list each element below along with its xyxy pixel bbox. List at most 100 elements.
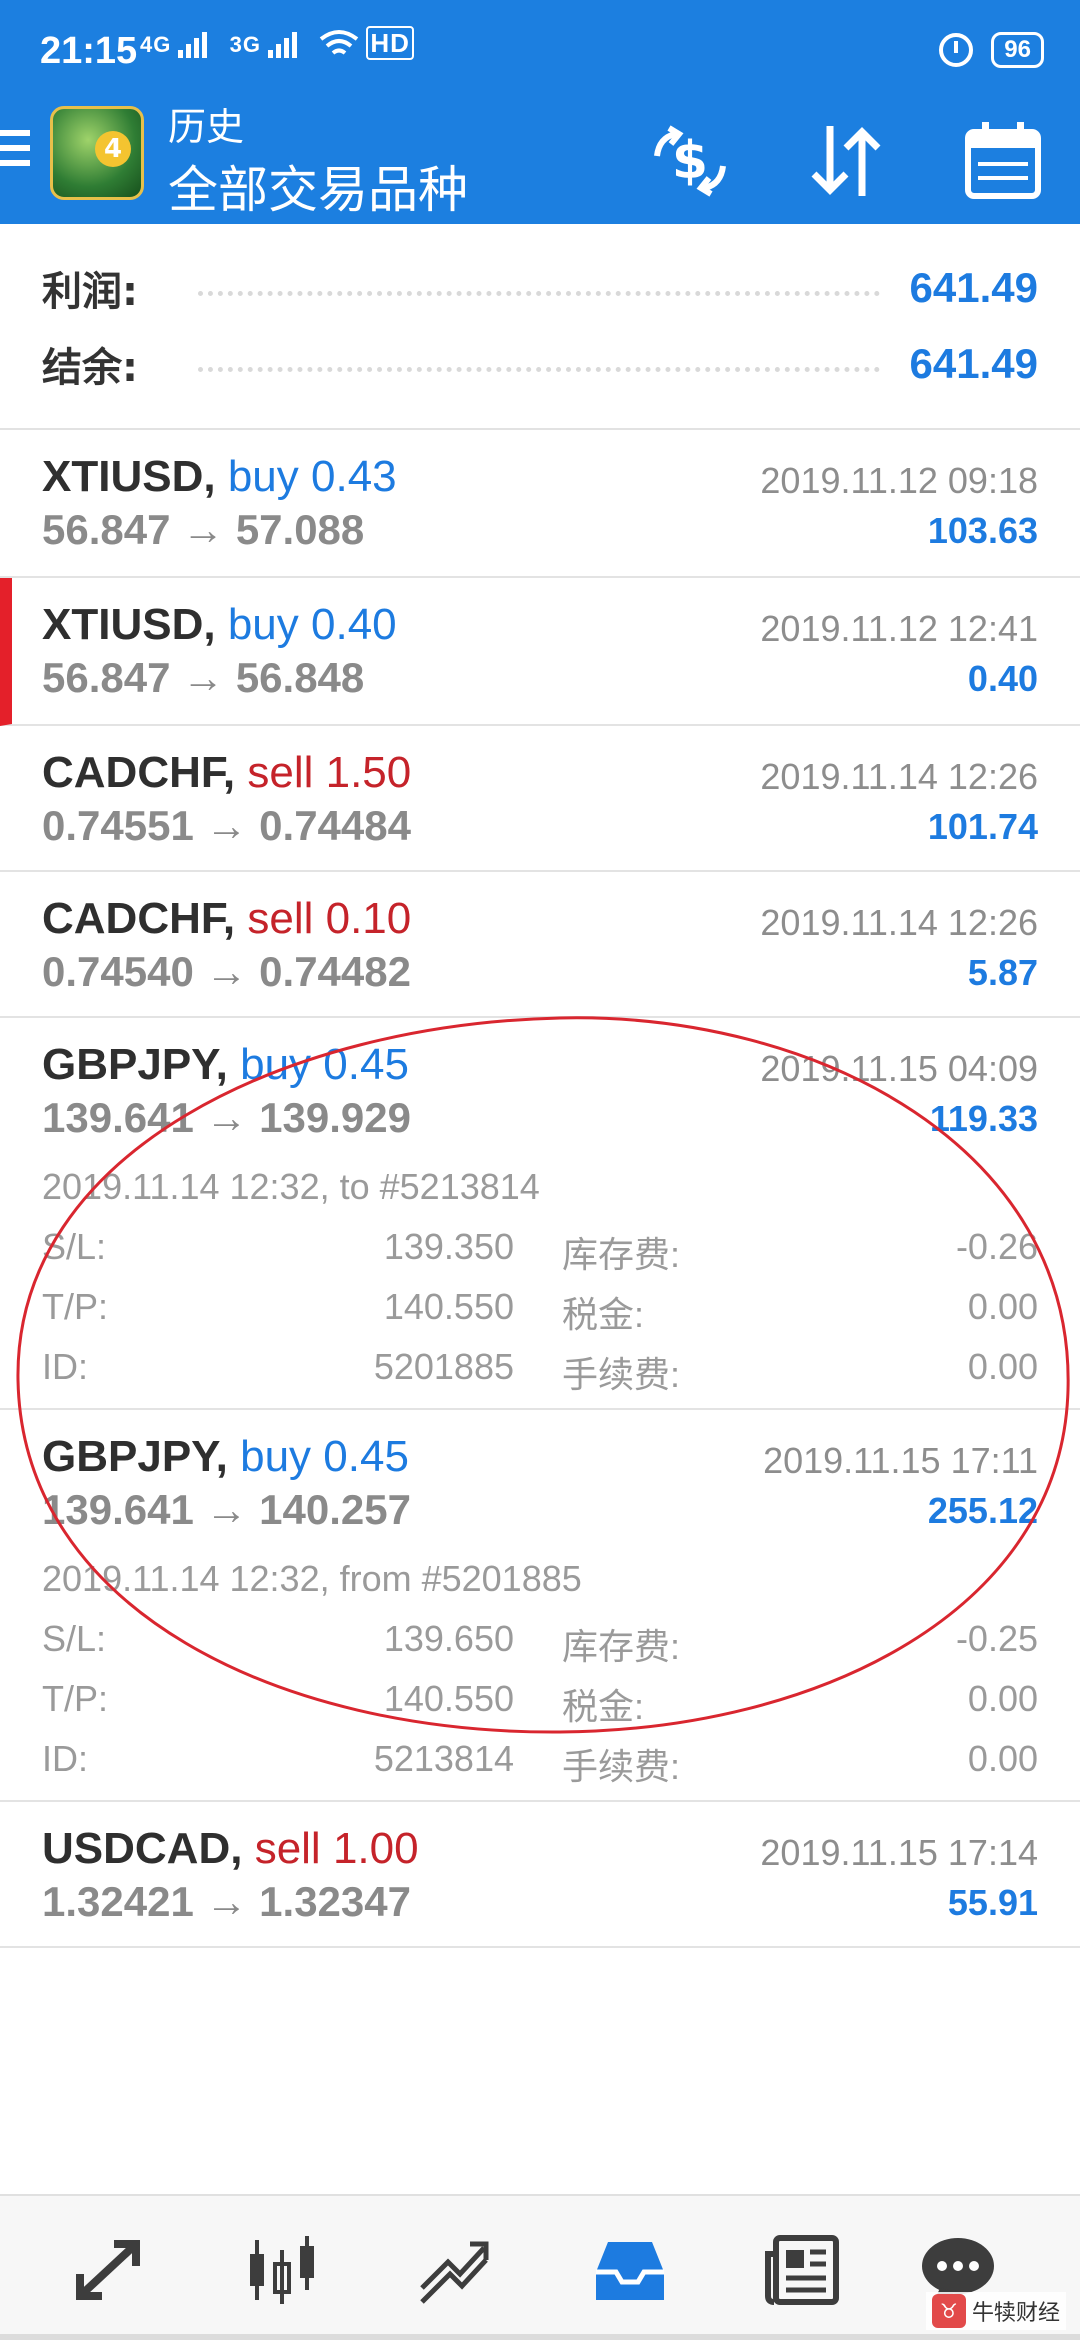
arrow-icon: → <box>182 654 225 701</box>
trade-side: buy <box>227 600 299 649</box>
swap-value: -0.26 <box>955 1226 1038 1267</box>
network-indicator: 4G 3G HD <box>140 26 414 60</box>
fee-label: 手续费: <box>562 1354 681 1395</box>
watermark-logo-icon: ♉ <box>931 2294 966 2328</box>
trade-row[interactable]: XTIUSD, buy 0.40 2019.11.12 12:41 56.847… <box>0 578 1080 726</box>
trade-symbol: CADCHF, <box>42 748 236 797</box>
close-price: 0.74482 <box>259 948 411 995</box>
metatrader-logo: 4 <box>50 106 144 200</box>
trade-symbol: XTIUSD, <box>42 452 216 501</box>
page-title: 历史 <box>168 105 245 149</box>
swap-value: -0.25 <box>955 1618 1038 1659</box>
trade-time: 2019.11.15 04:09 <box>760 1048 1038 1089</box>
trade-row[interactable]: USDCAD, sell 1.00 2019.11.15 17:14 1.324… <box>0 1802 1080 1948</box>
swap-label: 库存费: <box>562 1626 681 1667</box>
close-price: 140.257 <box>259 1486 411 1533</box>
tp-label: T/P: <box>42 1678 109 1719</box>
balance-row: 结余: 641.49 <box>42 334 1038 394</box>
trade-details: 2019.11.14 12:32, from #5201885 S/L: 139… <box>42 1558 1038 1798</box>
id-label: ID: <box>42 1738 89 1779</box>
sl-value: 139.650 <box>383 1618 514 1659</box>
trade-row-expanded[interactable]: GBPJPY, buy 0.45 2019.11.15 17:11 139.64… <box>0 1410 1080 1802</box>
trade-symbol: GBPJPY, <box>42 1040 228 1089</box>
trade-volume: 1.00 <box>332 1824 419 1873</box>
trade-side: sell <box>254 1824 321 1873</box>
watermark: ♉ 牛犊财经 <box>925 2292 1066 2330</box>
open-info: 2019.11.14 12:32, to #5213814 <box>42 1166 540 1207</box>
arrow-icon: → <box>205 1486 248 1533</box>
bottom-nav <box>0 2194 1080 2340</box>
trade-icon[interactable] <box>404 2220 504 2320</box>
trade-volume: 0.45 <box>323 1040 409 1089</box>
close-price: 56.848 <box>235 654 365 701</box>
trade-profit: 5.87 <box>967 952 1038 993</box>
calendar-icon[interactable] <box>958 116 1048 206</box>
arrow-icon: → <box>205 948 248 995</box>
fee-value: 0.00 <box>967 1738 1038 1779</box>
trade-details: 2019.11.14 12:32, to #5213814 S/L: 139.3… <box>42 1166 1038 1406</box>
alarm-icon <box>939 33 974 67</box>
id-label: ID: <box>42 1346 89 1387</box>
chart-icon[interactable] <box>232 2220 332 2320</box>
open-price: 56.847 <box>42 654 171 701</box>
arrow-icon: → <box>205 1878 248 1925</box>
trade-profit: 119.33 <box>929 1098 1038 1139</box>
trade-row[interactable]: CADCHF, sell 1.50 2019.11.14 12:26 0.745… <box>0 726 1080 872</box>
currency-icon[interactable]: $ <box>645 116 735 206</box>
tp-value: 140.550 <box>383 1678 514 1719</box>
trade-symbol: CADCHF, <box>42 894 236 943</box>
trade-symbol: USDCAD, <box>42 1824 243 1873</box>
trade-side: buy <box>240 1040 312 1089</box>
wifi-icon <box>319 30 359 55</box>
hd-label: HD <box>366 26 414 60</box>
balance-value: 641.49 <box>909 340 1038 387</box>
network-4g-label: 4G <box>140 32 172 57</box>
arrow-icon: → <box>205 802 248 849</box>
trade-profit: 103.63 <box>927 510 1038 551</box>
trade-side: buy <box>227 452 299 501</box>
close-price: 57.088 <box>235 506 365 553</box>
app-bar: 21:15 4G 3G HD 96 4 历史 全部交易品种 $ <box>0 0 1080 224</box>
status-time: 21:15 <box>40 30 138 72</box>
trade-row[interactable]: CADCHF, sell 0.10 2019.11.14 12:26 0.745… <box>0 872 1080 1018</box>
trade-time: 2019.11.15 17:14 <box>760 1832 1038 1873</box>
trade-volume: 0.43 <box>311 452 397 501</box>
open-price: 56.847 <box>42 506 171 553</box>
fee-value: 0.00 <box>967 1346 1038 1387</box>
trade-profit: 55.91 <box>947 1882 1038 1923</box>
sl-label: S/L: <box>42 1618 107 1659</box>
trade-profit: 0.40 <box>967 658 1038 699</box>
fee-label: 手续费: <box>562 1746 681 1787</box>
battery-indicator: 96 <box>991 32 1044 68</box>
watermark-text: 牛犊财经 <box>971 2301 1060 2326</box>
open-price: 1.32421 <box>42 1878 194 1925</box>
history-icon[interactable] <box>580 2220 680 2320</box>
quotes-icon[interactable] <box>58 2220 158 2320</box>
sl-value: 139.350 <box>383 1226 514 1267</box>
sort-icon[interactable] <box>800 116 890 206</box>
open-price: 139.641 <box>42 1486 194 1533</box>
tax-label: 税金: <box>562 1686 645 1727</box>
tax-value: 0.00 <box>967 1678 1038 1719</box>
trade-time: 2019.11.14 12:26 <box>760 756 1038 797</box>
trade-side: sell <box>247 748 314 797</box>
close-price: 1.32347 <box>259 1878 411 1925</box>
profit-label: 利润: <box>42 269 138 315</box>
trade-time: 2019.11.15 17:11 <box>763 1440 1038 1481</box>
open-price: 0.74540 <box>42 948 194 995</box>
news-icon[interactable] <box>752 2220 852 2320</box>
trade-row-expanded[interactable]: GBPJPY, buy 0.45 2019.11.15 04:09 139.64… <box>0 1018 1080 1410</box>
profit-row: 利润: 641.49 <box>42 258 1038 318</box>
open-price: 139.641 <box>42 1094 194 1141</box>
trade-volume: 0.40 <box>311 600 397 649</box>
menu-icon[interactable] <box>0 130 30 174</box>
balance-label: 结余: <box>42 345 138 391</box>
tp-label: T/P: <box>42 1286 109 1327</box>
trade-symbol: GBPJPY, <box>42 1432 228 1481</box>
trade-row[interactable]: XTIUSD, buy 0.43 2019.11.12 09:18 56.847… <box>0 430 1080 578</box>
arrow-icon: → <box>205 1094 248 1141</box>
trade-symbol: XTIUSD, <box>42 600 216 649</box>
symbol-filter[interactable]: 全部交易品种 <box>168 150 468 222</box>
tax-label: 税金: <box>562 1294 645 1335</box>
trade-side: sell <box>247 894 314 943</box>
